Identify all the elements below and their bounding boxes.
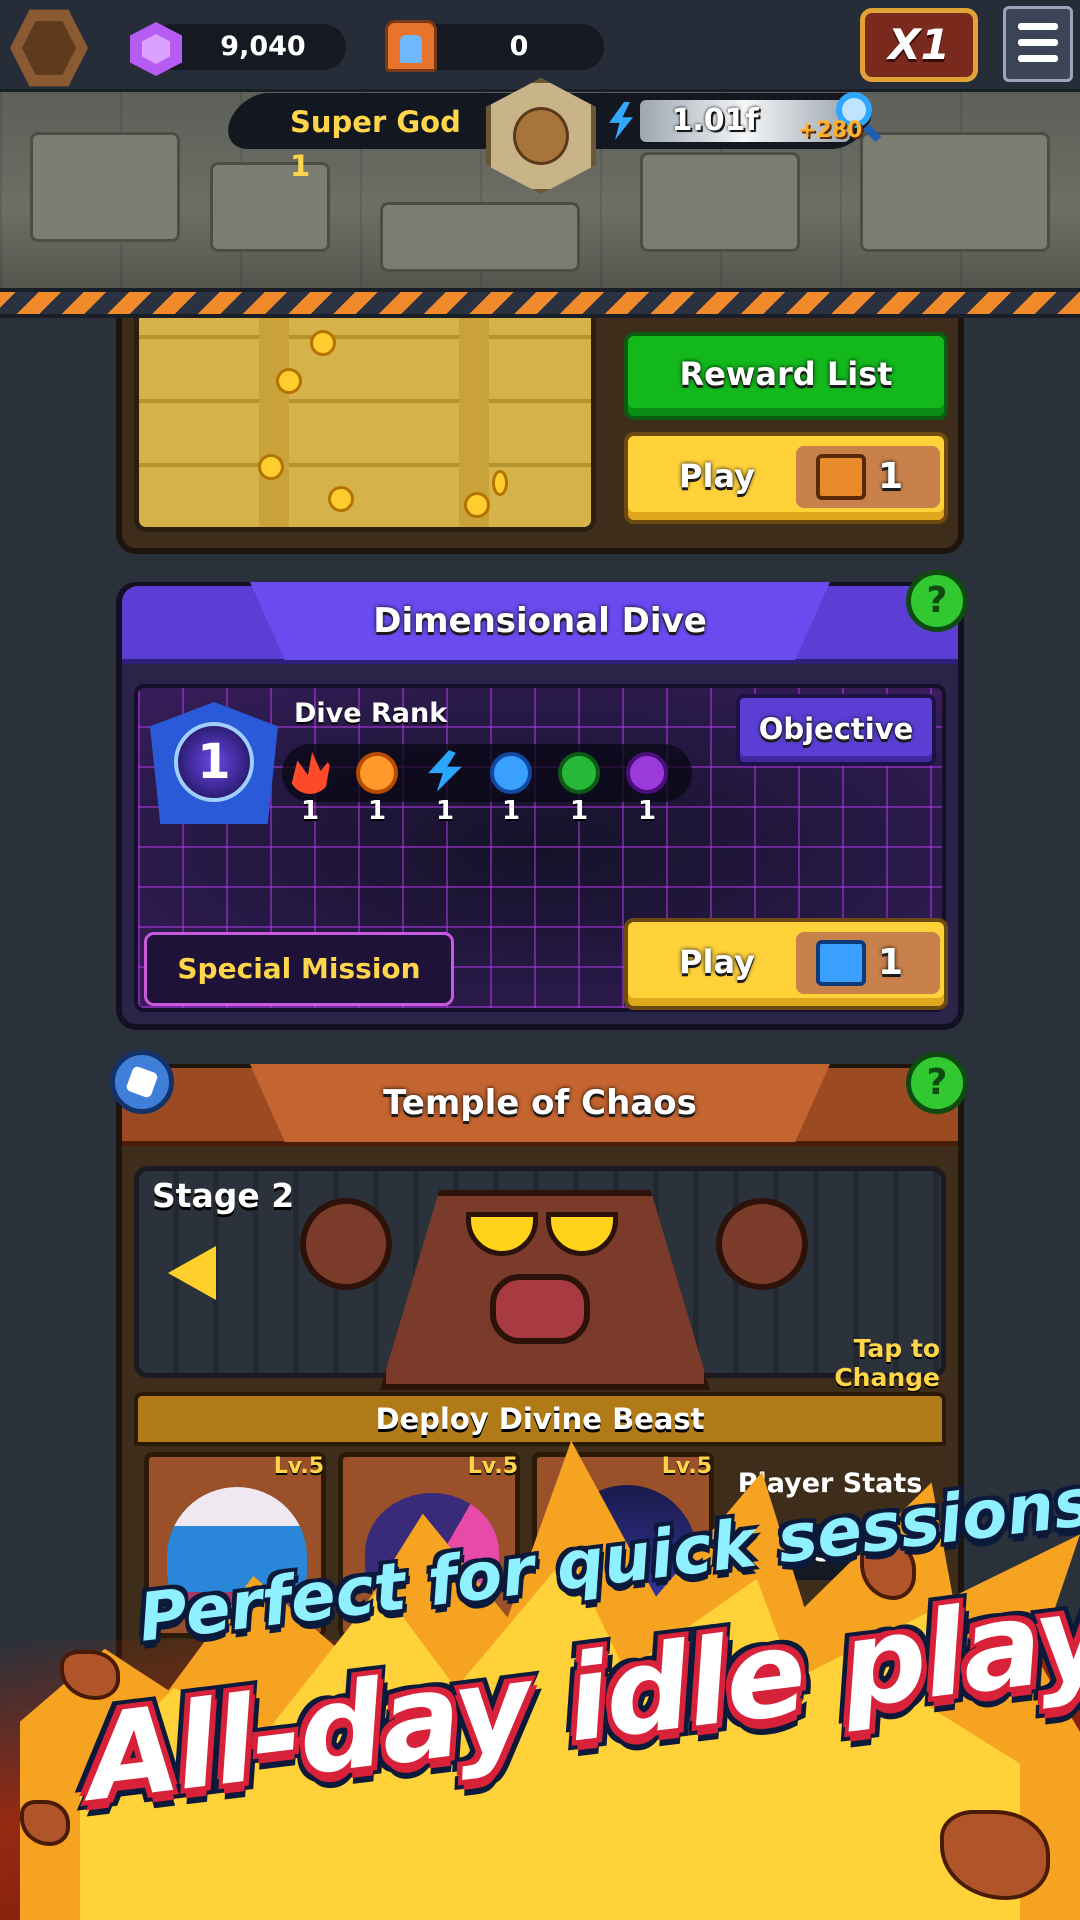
dive-rank-badge: 1 [150, 702, 278, 824]
dive-rank-value: 1 [197, 734, 231, 790]
void-icon [626, 752, 668, 794]
element-count: 1 [637, 796, 657, 826]
atom-icon [558, 752, 600, 794]
profile-emblem-icon [22, 21, 76, 75]
gold-dungeon-scene [134, 318, 596, 532]
element-count: 1 [569, 796, 589, 826]
ticket-count: 1 [878, 456, 904, 497]
deploy-label: Deploy Divine Beast [375, 1402, 705, 1436]
stage-label: Stage 2 [152, 1176, 295, 1215]
temple-of-chaos-title: Temple of Chaos [383, 1083, 697, 1123]
dive-ticket-icon [816, 940, 866, 986]
power-bonus: +280 [798, 118, 863, 143]
tap-to-change-hint: Tap to Change [834, 1334, 940, 1392]
beast-level: Lv.5 [661, 1454, 712, 1479]
ticket-count: 1 [878, 942, 904, 983]
dive-rank-label: Dive Rank [294, 698, 448, 729]
objective-label: Objective [758, 712, 914, 746]
hamburger-line-icon [1018, 23, 1058, 30]
reward-list-button[interactable]: Reward List [624, 332, 948, 420]
reward-list-label: Reward List [679, 355, 893, 393]
monster-arm [716, 1198, 808, 1290]
hamburger-line-icon [1018, 55, 1058, 62]
coin-icon [492, 470, 508, 496]
rank-name: Super God 1 [290, 105, 461, 183]
speed-label: X1 [888, 20, 950, 69]
gold-play-button[interactable]: Play 1 [624, 432, 948, 524]
monster-mouth [490, 1274, 590, 1344]
element-count: 1 [435, 796, 455, 826]
gold-ticket-icon [816, 454, 866, 500]
special-mission-label: Special Mission [177, 952, 421, 985]
element-count: 1 [501, 796, 521, 826]
dive-play-button[interactable]: Play 1 [624, 918, 948, 1010]
beast-level: Lv.5 [467, 1454, 518, 1479]
coin-icon [276, 368, 302, 394]
dive-help-button[interactable]: ? [906, 570, 968, 632]
help-icon: ? [926, 580, 948, 621]
ticket-slot: 1 [796, 932, 940, 994]
element-count: 1 [367, 796, 387, 826]
star-icon [356, 752, 398, 794]
hamburger-line-icon [1018, 39, 1058, 46]
help-icon: ? [926, 1062, 948, 1103]
element-count: 1 [300, 796, 320, 826]
deploy-divine-beast-bar: Deploy Divine Beast [134, 1392, 946, 1446]
portal-ticket-icon [385, 20, 437, 72]
ticket-slot: 1 [796, 446, 940, 508]
temple-help-button[interactable]: ? [906, 1052, 968, 1114]
hazard-stripe-divider [0, 288, 1080, 318]
main-menu-button[interactable] [1003, 6, 1073, 82]
coin-icon [258, 454, 284, 480]
coin-icon [328, 486, 354, 512]
water-icon [490, 752, 532, 794]
coin-icon [310, 330, 336, 356]
beast-level: Lv.5 [273, 1454, 324, 1479]
dive-portal-icon: 1 [174, 722, 254, 802]
play-label: Play [679, 457, 755, 495]
power-value: 1.01f [671, 103, 759, 138]
special-mission-button[interactable]: Special Mission [144, 932, 454, 1006]
dice-icon[interactable] [110, 1050, 174, 1114]
play-label: Play [679, 943, 755, 981]
objective-button[interactable]: Objective [736, 694, 936, 766]
dimensional-dive-title: Dimensional Dive [373, 601, 707, 641]
speed-toggle-button[interactable]: X1 [860, 8, 978, 82]
coin-icon [464, 492, 490, 518]
god-face-icon [513, 107, 569, 165]
